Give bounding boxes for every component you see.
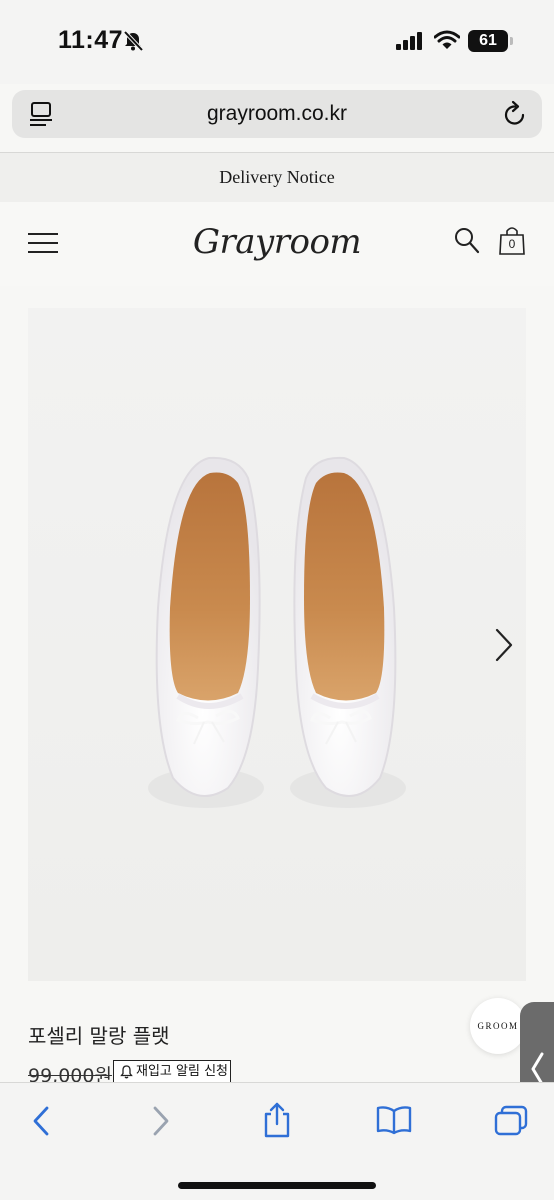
chevron-right-icon[interactable] — [494, 628, 514, 667]
wifi-icon — [433, 30, 461, 55]
groom-chat-badge[interactable]: GROOM — [470, 998, 526, 1054]
signal-icon — [396, 32, 424, 55]
cart-count: 0 — [508, 237, 516, 251]
forward-icon[interactable] — [150, 1105, 172, 1142]
delivery-notice-banner[interactable]: Delivery Notice — [0, 153, 554, 202]
restock-alert-button[interactable]: 재입고 알림 신청 — [113, 1060, 231, 1084]
bell-slash-icon — [122, 30, 144, 57]
product-image[interactable] — [28, 308, 526, 981]
bag-icon[interactable]: 0 — [498, 224, 526, 256]
tabs-icon[interactable] — [494, 1105, 528, 1142]
share-icon[interactable] — [262, 1101, 292, 1144]
address-bar[interactable]: grayroom.co.kr — [12, 90, 542, 138]
battery-indicator: 61 — [468, 30, 513, 52]
search-icon[interactable] — [454, 227, 480, 260]
reload-icon[interactable] — [502, 100, 528, 133]
product-title: 포셀리 말랑 플랫 — [28, 1024, 170, 1048]
bookmarks-icon[interactable] — [376, 1105, 412, 1140]
back-icon[interactable] — [30, 1105, 52, 1142]
home-indicator — [178, 1182, 376, 1189]
restock-label: 재입고 알림 신청 — [136, 1064, 228, 1079]
status-time: 11:47 — [58, 26, 124, 54]
status-bar: 11:47 61 — [0, 0, 554, 84]
url-text[interactable]: grayroom.co.kr — [12, 102, 542, 126]
